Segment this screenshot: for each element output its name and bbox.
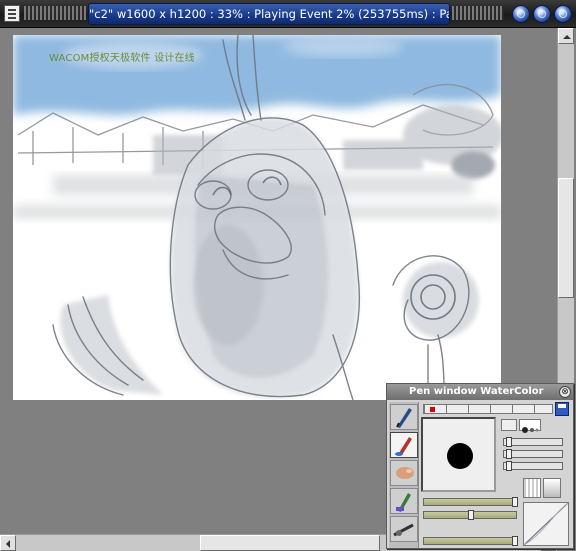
pen-tool-icon[interactable] [390, 404, 418, 430]
drawing-canvas[interactable]: WACOM授权天极软件 设计在线 [13, 35, 501, 400]
wetness-slider[interactable] [423, 536, 518, 546]
brush-size-ruler[interactable] [423, 404, 553, 414]
brush-dots-toggle[interactable] [519, 419, 541, 433]
paper-texture-swatch[interactable] [523, 478, 541, 498]
close-icon[interactable]: ⊗ [559, 386, 571, 398]
scroll-left-icon[interactable] [0, 535, 16, 551]
option-slider-3[interactable] [503, 461, 563, 471]
brush-dot-preview [447, 443, 473, 469]
pen-window-panel: Pen window WaterColor ⊗ [386, 383, 574, 549]
horizontal-scroll-thumb[interactable] [200, 535, 380, 551]
red-marker-icon [430, 407, 435, 412]
document-icon[interactable] [4, 5, 20, 22]
pen-window-title[interactable]: Pen window WaterColor [387, 384, 573, 400]
sketch-artwork [13, 35, 501, 400]
finger-blend-icon[interactable] [390, 460, 418, 486]
watermark-text: WACOM授权天极软件 设计在线 [49, 53, 195, 64]
pressure-curve-graph[interactable] [523, 502, 569, 546]
minimize-icon[interactable] [512, 5, 530, 23]
watercolor-brush-icon[interactable] [390, 488, 418, 514]
close-icon[interactable] [554, 5, 572, 23]
brush-preview [421, 417, 496, 492]
color-swatch[interactable] [543, 478, 561, 498]
opacity-slider[interactable] [423, 497, 518, 507]
window-title: "c2" w1600 x h1200 : 33% : Playing Event… [88, 3, 450, 25]
brush-tool-icon[interactable] [390, 432, 418, 458]
maximize-icon[interactable] [533, 5, 551, 23]
density-slider[interactable] [423, 510, 517, 520]
brush-shape-toggle[interactable] [501, 419, 517, 431]
airbrush-icon[interactable] [390, 516, 418, 542]
vertical-scroll-thumb[interactable] [558, 178, 574, 298]
scroll-up-icon[interactable] [558, 28, 574, 44]
tool-strip [389, 402, 419, 548]
title-grip-right [452, 6, 504, 20]
option-slider-2[interactable] [503, 449, 563, 459]
title-bar[interactable]: "c2" w1600 x h1200 : 33% : Playing Event… [0, 0, 576, 28]
option-slider-1[interactable] [503, 437, 563, 447]
save-icon[interactable] [555, 402, 569, 416]
title-grip-left [24, 6, 86, 20]
